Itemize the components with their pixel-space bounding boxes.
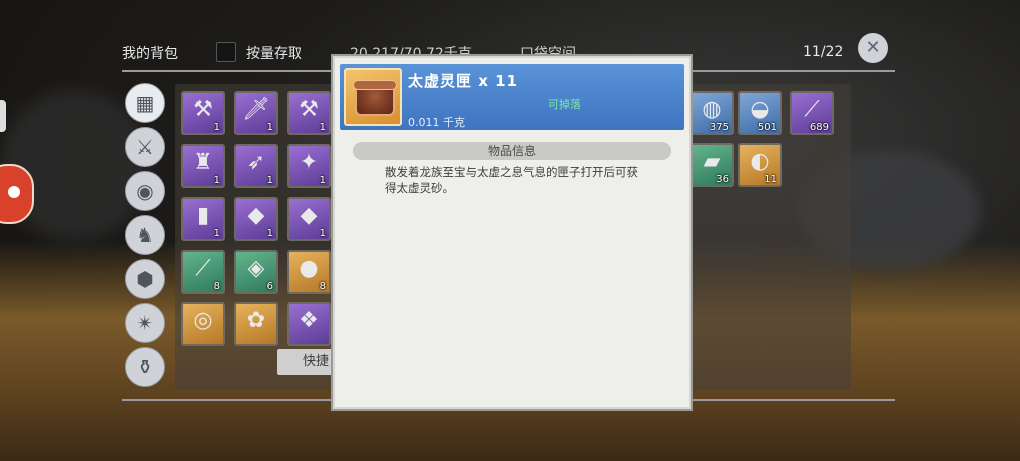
item-quantity: 1 [213, 228, 220, 239]
item-description: 散发着龙族至宝与太虚之息气息的匣子打开后可获得太虚灵砂。 [385, 165, 638, 195]
horse-category-button[interactable]: ♞ [125, 215, 165, 255]
slot-count: 11/22 [803, 44, 844, 60]
item-quantity: 36 [716, 174, 729, 185]
item-quantity: 1 [266, 122, 273, 133]
double-axe-icon: ⚒ [193, 97, 213, 122]
bow-icon: ➶ [246, 150, 266, 175]
bag-icon: ⚱ [136, 355, 154, 379]
leg-armor-icon: ▮ [196, 203, 210, 228]
axe-icon: ⚒ [299, 97, 319, 122]
horse-icon: ♞ [136, 223, 154, 247]
page-title: 我的背包 [122, 46, 178, 62]
orb-icon: ● [299, 256, 319, 281]
weapon-category-button[interactable]: ⚔ [125, 127, 165, 167]
item-quantity: 11 [764, 174, 777, 185]
item-quantity: 8 [213, 281, 220, 292]
grid-icon: ▦ [135, 91, 155, 115]
crystal-category-button[interactable]: ✴ [125, 303, 165, 343]
section-title: 物品信息 [353, 142, 671, 160]
greatsword-icon: 🗡 [242, 97, 270, 122]
crystal-icon: ✴ [136, 311, 154, 335]
droppable-tag: 可掉落 [548, 98, 581, 111]
item-quantity: 1 [266, 228, 273, 239]
inventory-slot[interactable]: ● 8 [287, 250, 331, 294]
meat-category-button[interactable]: ◉ [125, 171, 165, 211]
quick-action-button[interactable]: 快捷 [277, 349, 339, 375]
crystal-shard-icon: ◈ [247, 256, 265, 281]
inventory-slot[interactable]: ➶ 1 [234, 144, 278, 188]
wooden-box-icon: ◐ [750, 149, 770, 174]
item-tooltip: 太虚灵匣 x 11 可掉落 0.011 千克 物品信息 散发着龙族至宝与太虚之息… [331, 54, 693, 411]
item-quantity: 375 [709, 122, 729, 133]
inventory-slot[interactable]: ⚒ 1 [287, 91, 331, 135]
pastry-icon: ◍ [702, 97, 722, 122]
food-bowl-icon: ◒ [750, 97, 770, 122]
item-name: 太虚灵匣 x 11 [408, 72, 518, 90]
inventory-slot[interactable]: ◆ 1 [287, 197, 331, 241]
tower-icon: ♜ [193, 150, 213, 175]
wooden-box-icon [344, 68, 402, 126]
item-quantity: 1 [319, 122, 326, 133]
item-quantity: 8 [319, 281, 326, 292]
close-button[interactable]: ✕ [858, 33, 888, 63]
inventory-slot[interactable]: ✦ 1 [287, 144, 331, 188]
left-edge-tab[interactable] [0, 100, 6, 132]
weapon-icon: ⚔ [136, 135, 154, 159]
inventory-slot[interactable]: ❖ [287, 302, 331, 346]
inventory-slot[interactable]: ✿ [234, 302, 278, 346]
item-quantity: 1 [319, 175, 326, 186]
trident-icon: ⟋ [804, 97, 820, 122]
grid-category-button[interactable]: ▦ [125, 83, 165, 123]
item-quantity: 1 [266, 175, 273, 186]
item-quantity: 1 [319, 228, 326, 239]
inventory-slot[interactable]: ◍ 375 [690, 91, 734, 135]
item-quantity: 6 [266, 281, 273, 292]
spear-icon: ⟋ [195, 256, 211, 281]
staff-icon: ✦ [299, 150, 319, 175]
item-quantity: 1 [213, 122, 220, 133]
gold-coin-icon: ◎ [193, 308, 213, 333]
inventory-slot[interactable]: ⟋ 689 [790, 91, 834, 135]
flower-gem-icon: ✿ [246, 308, 266, 333]
stone-icon: ⬢ [136, 267, 154, 291]
inventory-slot[interactable]: ◈ 6 [234, 250, 278, 294]
inventory-slot[interactable]: ▰ 36 [690, 143, 734, 187]
bulk-access-label: 按量存取 [246, 46, 302, 62]
purple-crystal-icon: ❖ [299, 308, 319, 333]
item-quantity: 501 [757, 122, 777, 133]
inventory-slot[interactable]: 🗡 1 [234, 91, 278, 135]
tooltip-header: 太虚灵匣 x 11 可掉落 0.011 千克 [340, 64, 684, 130]
item-weight: 0.011 千克 [408, 116, 465, 129]
close-icon: ✕ [865, 37, 881, 58]
inventory-slot[interactable]: ◐ 11 [738, 143, 782, 187]
inventory-slot[interactable]: ⟋ 8 [181, 250, 225, 294]
inventory-slot[interactable]: ⚒ 1 [181, 91, 225, 135]
bag-category-button[interactable]: ⚱ [125, 347, 165, 387]
side-menu-button[interactable] [0, 164, 34, 224]
meat-icon: ◉ [136, 179, 154, 203]
stone-category-button[interactable]: ⬢ [125, 259, 165, 299]
purple-gem-icon: ◆ [300, 203, 318, 228]
inventory-slot[interactable]: ◆ 1 [234, 197, 278, 241]
bulk-access-checkbox[interactable] [216, 42, 236, 62]
bread-icon: ▰ [703, 149, 721, 174]
item-quantity: 1 [213, 175, 220, 186]
inventory-slot[interactable]: ◒ 501 [738, 91, 782, 135]
dot-icon [8, 186, 20, 198]
inventory-slot[interactable]: ▮ 1 [181, 197, 225, 241]
inventory-slot[interactable]: ◎ [181, 302, 225, 346]
item-quantity: 689 [809, 122, 829, 133]
inventory-slot[interactable]: ♜ 1 [181, 144, 225, 188]
purple-gem-icon: ◆ [247, 203, 265, 228]
